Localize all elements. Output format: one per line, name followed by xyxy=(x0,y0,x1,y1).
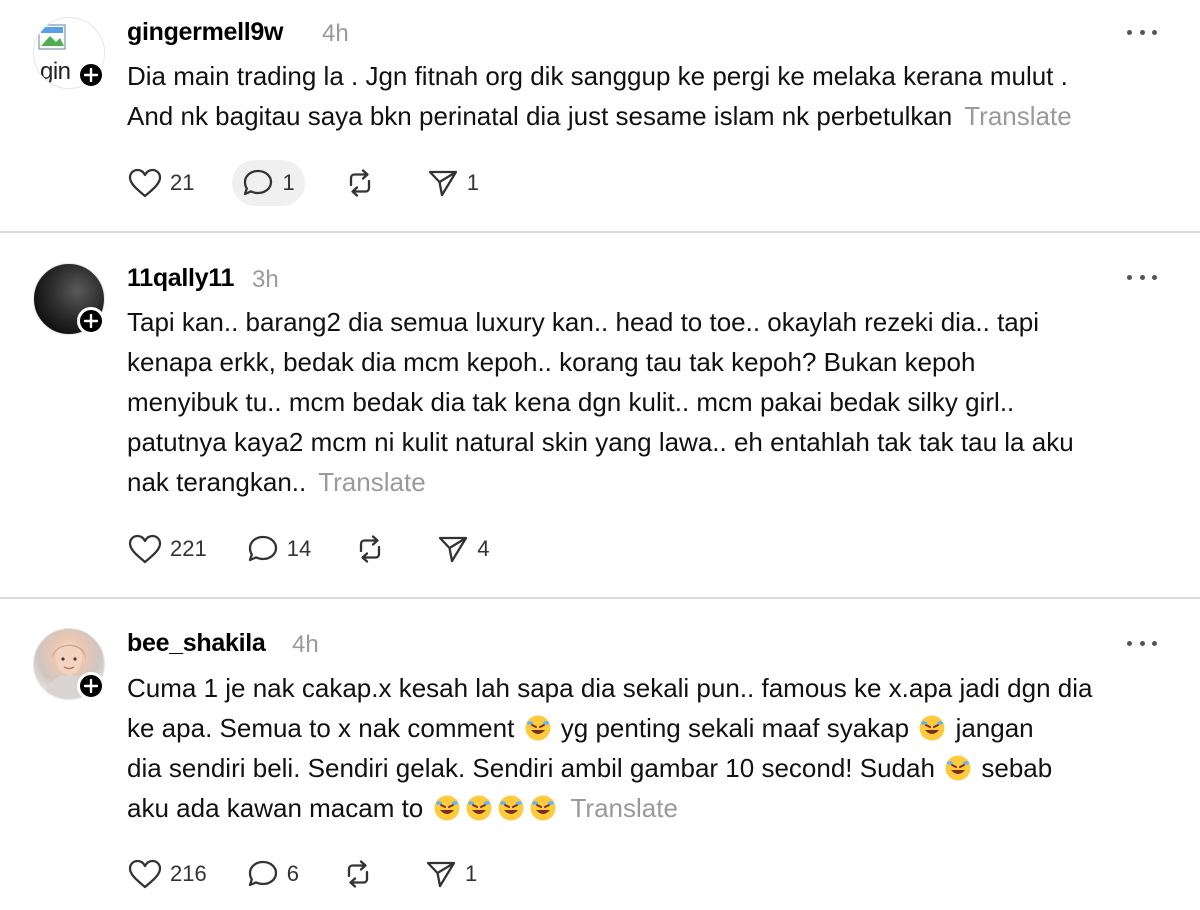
more-icon xyxy=(1127,274,1157,280)
plus-icon xyxy=(84,679,98,693)
post-body: Cuma 1 je nak cakap.x kesah lah sapa dia… xyxy=(127,668,1177,828)
follow-button[interactable] xyxy=(77,61,105,89)
like-count: 21 xyxy=(170,170,195,195)
broken-image-icon xyxy=(38,24,66,50)
post-text-line: And nk bagitau saya bkn perinatal dia ju… xyxy=(127,96,1177,136)
reply-button[interactable]: 14 xyxy=(237,526,321,572)
avatar-wrap[interactable]: gin xyxy=(33,17,105,89)
username[interactable]: gingermell9w xyxy=(127,18,283,47)
heart-icon xyxy=(128,859,162,889)
more-button[interactable] xyxy=(1127,636,1157,650)
reply-button[interactable]: 1 xyxy=(232,160,305,206)
more-button[interactable] xyxy=(1127,25,1157,39)
heart-icon xyxy=(128,168,162,198)
post-text: dia sendiri beli. Sendiri gelak. Sendiri… xyxy=(127,753,935,783)
translate-link[interactable]: Translate xyxy=(318,467,425,497)
post-text-line: Dia main trading la . Jgn fitnah org dik… xyxy=(127,61,1068,91)
translate-link[interactable]: Translate xyxy=(964,101,1071,131)
reply-count: 1 xyxy=(282,170,295,195)
share-button[interactable]: 1 xyxy=(417,160,489,206)
timestamp[interactable]: 3h xyxy=(252,266,279,294)
share-count: 1 xyxy=(466,170,479,195)
username[interactable]: 11qally11 xyxy=(127,264,234,293)
plus-icon xyxy=(84,68,98,82)
heart-icon xyxy=(128,534,162,564)
like-button[interactable]: 221 xyxy=(118,526,217,572)
reply-count: 14 xyxy=(286,536,312,561)
repost-icon xyxy=(349,169,370,197)
timestamp[interactable]: 4h xyxy=(292,631,319,659)
plus-icon xyxy=(84,314,98,328)
repost-icon xyxy=(347,860,369,888)
more-icon xyxy=(1127,640,1157,646)
post-text-line: kenapa erkk, bedak dia mcm kepoh.. koran… xyxy=(127,347,976,377)
rolling-on-floor-laughing-emoji xyxy=(919,715,945,741)
post-divider xyxy=(0,231,1200,233)
send-icon xyxy=(439,536,468,563)
username[interactable]: bee_shakila xyxy=(127,629,266,658)
send-icon xyxy=(426,861,456,888)
post-body: Tapi kan.. barang2 dia semua luxury kan.… xyxy=(127,302,1177,502)
post-text: ke apa. Semua to x nak comment xyxy=(127,713,515,743)
share-button[interactable]: 4 xyxy=(427,526,499,572)
speech-bubble-icon xyxy=(248,860,277,887)
follow-button[interactable] xyxy=(77,307,105,335)
repost-button[interactable] xyxy=(333,160,387,206)
post-text-line: Cuma 1 je nak cakap.x kesah lah sapa dia… xyxy=(127,673,1093,703)
share-button[interactable]: 1 xyxy=(415,851,487,897)
post-text: And nk bagitau saya bkn perinatal dia ju… xyxy=(127,101,953,131)
timestamp[interactable]: 4h xyxy=(322,20,349,48)
post-text-line: ke apa. Semua to x nak comment yg pentin… xyxy=(127,708,1177,748)
post-body: Dia main trading la . Jgn fitnah org dik… xyxy=(127,56,1177,136)
post-text-line: patutnya kaya2 mcm ni kulit natural skin… xyxy=(127,427,1074,457)
like-count: 216 xyxy=(170,861,207,886)
share-count: 4 xyxy=(477,536,490,561)
post-text: nak terangkan.. xyxy=(127,467,307,497)
like-count: 221 xyxy=(170,536,207,561)
repost-icon xyxy=(360,535,381,563)
post-text: jangan xyxy=(955,713,1034,743)
action-bar: 216 6 1 xyxy=(118,851,487,897)
action-bar: 221 14 4 xyxy=(118,526,499,572)
threads-feed: gin gingermell9w 4h Dia main trading la … xyxy=(0,0,1200,910)
like-button[interactable]: 21 xyxy=(118,160,204,206)
speech-bubble-icon xyxy=(244,169,273,196)
post-divider xyxy=(0,597,1200,599)
post-text-line: dia sendiri beli. Sendiri gelak. Sendiri… xyxy=(127,748,1177,788)
more-icon xyxy=(1127,29,1157,35)
avatar-alt-text: gin xyxy=(40,58,71,85)
rolling-on-floor-laughing-emoji xyxy=(498,795,524,821)
repost-button[interactable] xyxy=(343,526,397,572)
rolling-on-floor-laughing-emoji xyxy=(945,755,971,781)
post-text: sebab xyxy=(981,753,1053,783)
avatar-wrap[interactable] xyxy=(33,628,105,700)
post-text-line: Tapi kan.. barang2 dia semua luxury kan.… xyxy=(127,307,1039,337)
action-bar: 21 1 1 xyxy=(118,160,489,206)
rolling-on-floor-laughing-emoji xyxy=(466,795,492,821)
share-count: 1 xyxy=(464,861,478,886)
more-button[interactable] xyxy=(1127,270,1157,284)
rolling-on-floor-laughing-emoji xyxy=(530,795,556,821)
follow-button[interactable] xyxy=(77,672,105,700)
rolling-on-floor-laughing-emoji xyxy=(434,795,460,821)
reply-count: 6 xyxy=(286,861,299,886)
avatar-wrap[interactable] xyxy=(33,263,105,335)
repost-button[interactable] xyxy=(331,851,385,897)
post-text-line: menyibuk tu.. mcm bedak dia tak kena dgn… xyxy=(127,387,1015,417)
post-text: aku ada kawan macam to xyxy=(127,793,424,823)
rolling-on-floor-laughing-emoji xyxy=(525,715,551,741)
like-button[interactable]: 216 xyxy=(118,851,217,897)
speech-bubble-icon xyxy=(248,535,277,562)
post-text-line: aku ada kawan macam to Translate xyxy=(127,788,1177,828)
send-icon xyxy=(428,170,457,197)
post-text-line: nak terangkan.. Translate xyxy=(127,462,1177,502)
translate-link[interactable]: Translate xyxy=(571,793,678,823)
post-text: yg penting sekali maaf syakap xyxy=(560,713,910,743)
reply-button[interactable]: 6 xyxy=(237,851,309,897)
